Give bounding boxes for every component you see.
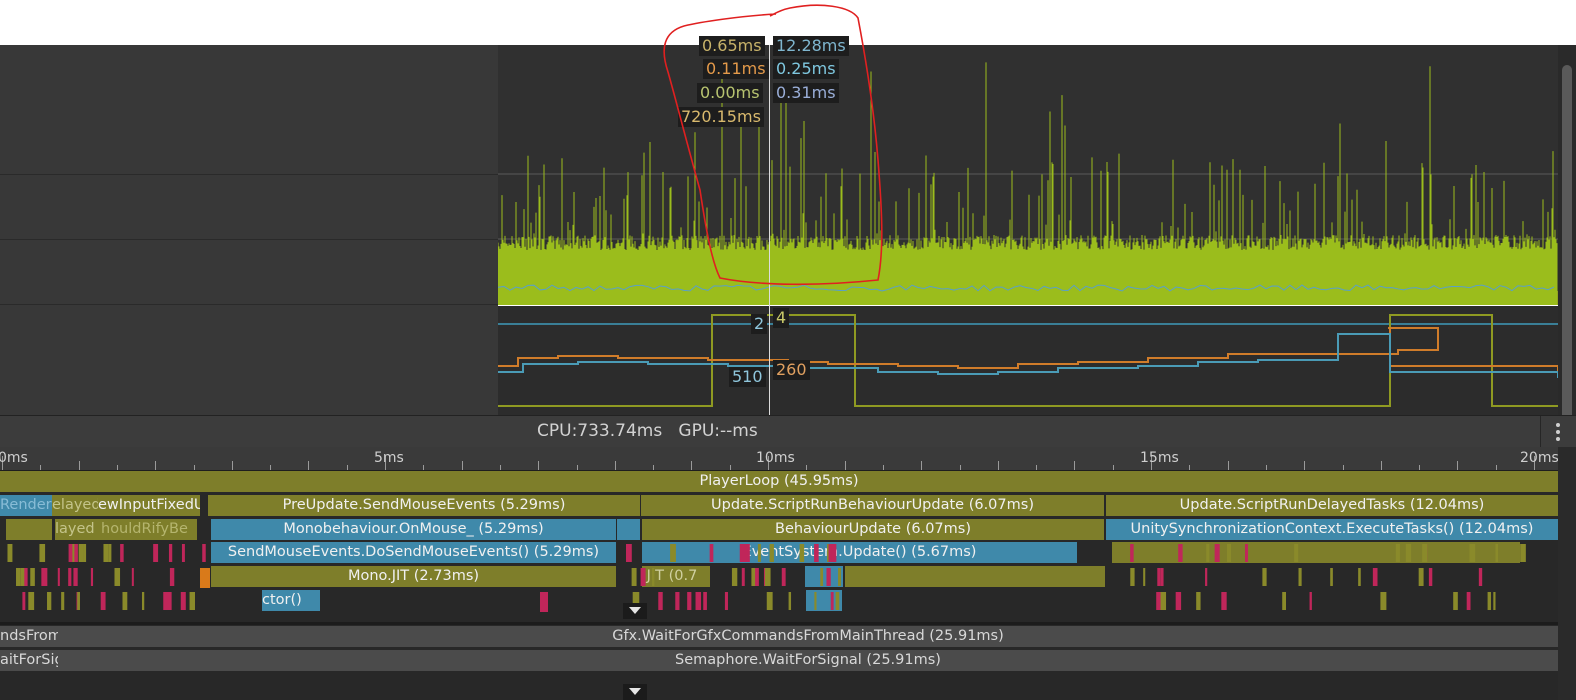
ruler-tick xyxy=(882,465,884,470)
ruler-tick xyxy=(270,465,272,470)
ruler-tick xyxy=(155,461,157,470)
ruler-tick xyxy=(1419,465,1421,470)
sample-fragment[interactable]: elayed xyxy=(52,495,98,516)
ruler-tick xyxy=(1036,465,1038,470)
ruler-tick xyxy=(461,461,463,470)
ruler-tick xyxy=(116,465,118,470)
ruler-tick xyxy=(806,465,808,470)
tooltip-value: 510 xyxy=(729,367,766,387)
ruler-tick xyxy=(423,465,425,470)
ruler-tick xyxy=(308,461,310,470)
scrollbar-thumb[interactable] xyxy=(1562,65,1572,425)
ruler-label: 20ms xyxy=(1520,450,1558,466)
ruler-tick xyxy=(193,465,195,470)
red-annotation-circle xyxy=(663,4,883,286)
ruler-tick xyxy=(729,465,731,470)
ruler-label: 10ms xyxy=(756,450,795,466)
sample-fragment[interactable]: Render xyxy=(0,495,52,516)
ruler-tick xyxy=(614,461,616,470)
ruler-tick xyxy=(1112,465,1114,470)
collapse-triangle-icon[interactable] xyxy=(623,684,647,700)
ruler-tick xyxy=(78,461,80,470)
ruler-tick xyxy=(40,465,42,470)
sample-fragment[interactable]: ewInputFixedU xyxy=(98,495,200,516)
kebab-menu-icon[interactable] xyxy=(1540,416,1576,447)
ruler-tick xyxy=(1342,465,1344,470)
ruler-tick xyxy=(844,461,846,470)
sample-playerloop[interactable]: PlayerLoop (45.95ms) xyxy=(0,471,1558,492)
ruler-tick xyxy=(691,461,693,470)
ruler-tick xyxy=(921,461,923,470)
ruler-tick xyxy=(1227,461,1229,470)
sample-fragment[interactable] xyxy=(6,519,52,540)
time-ruler[interactable]: 0ms 5ms 10ms 15ms 20ms xyxy=(0,447,1558,471)
timeline-scrollbar[interactable] xyxy=(1558,447,1576,700)
chart-scrollbar[interactable] xyxy=(1558,45,1576,425)
sample-monobehaviour[interactable]: Monobehaviour.OnMouse_ (5.29ms) xyxy=(211,519,616,540)
ruler-tick xyxy=(653,465,655,470)
ruler-tick xyxy=(997,461,999,470)
ruler-tick xyxy=(576,465,578,470)
sample-gfx-wait[interactable]: Gfx.WaitForGfxCommandsFromMainThread (25… xyxy=(58,626,1558,647)
sample-behaviourupdate[interactable]: BehaviourUpdate (6.07ms) xyxy=(642,519,1104,540)
ruler-tick xyxy=(1189,465,1191,470)
sample-fragment[interactable] xyxy=(617,519,640,540)
rendering-graph xyxy=(498,314,1558,407)
rendering-chart[interactable] xyxy=(498,306,1558,415)
sample-fragment[interactable]: houldRifyBe xyxy=(101,519,197,540)
ruler-tick xyxy=(346,465,348,470)
ruler-tick xyxy=(538,461,540,470)
small-samples xyxy=(7,544,1526,612)
ruler-tick xyxy=(1074,461,1076,470)
tooltip-value: 260 xyxy=(773,360,810,380)
ruler-label: 15ms xyxy=(1140,450,1179,466)
ruler-tick xyxy=(1457,461,1459,470)
ruler-tick xyxy=(959,465,961,470)
collapse-triangle-icon[interactable] xyxy=(623,603,647,619)
status-bar: CPU:733.74ms GPU:--ms xyxy=(0,415,1576,448)
sample-semaphore[interactable]: Semaphore.WaitForSignal (25.91ms) xyxy=(58,650,1558,671)
ruler-label: 0ms xyxy=(0,450,28,466)
ruler-tick xyxy=(1495,465,1497,470)
cpu-gpu-status: CPU:733.74ms GPU:--ms xyxy=(537,421,758,441)
sample-unitysync[interactable]: UnitySynchronizationContext.ExecuteTasks… xyxy=(1106,519,1558,540)
ruler-tick xyxy=(1304,461,1306,470)
sample-update-script[interactable]: Update.ScriptRunBehaviourUpdate (6.07ms) xyxy=(641,495,1104,516)
sample-fragment[interactable]: aitForSig xyxy=(0,650,58,671)
ruler-tick xyxy=(231,461,233,470)
sample-fragment[interactable]: layed xyxy=(55,519,101,540)
ruler-tick xyxy=(1380,461,1382,470)
sample-preupdate[interactable]: PreUpdate.SendMouseEvents (5.29ms) xyxy=(208,495,640,516)
timeline-view[interactable]: 0ms 5ms 10ms 15ms 20ms PlayerLoop (45.95ms) … xyxy=(0,447,1558,700)
ruler-tick xyxy=(1265,465,1267,470)
sample-delayed-tasks[interactable]: Update.ScriptRunDelayedTasks (12.04ms) xyxy=(1106,495,1558,516)
ruler-label: 5ms xyxy=(374,450,404,466)
thread-divider xyxy=(0,622,1558,625)
sample-fragment[interactable]: ndsFrom xyxy=(0,626,58,647)
ruler-tick xyxy=(499,465,501,470)
